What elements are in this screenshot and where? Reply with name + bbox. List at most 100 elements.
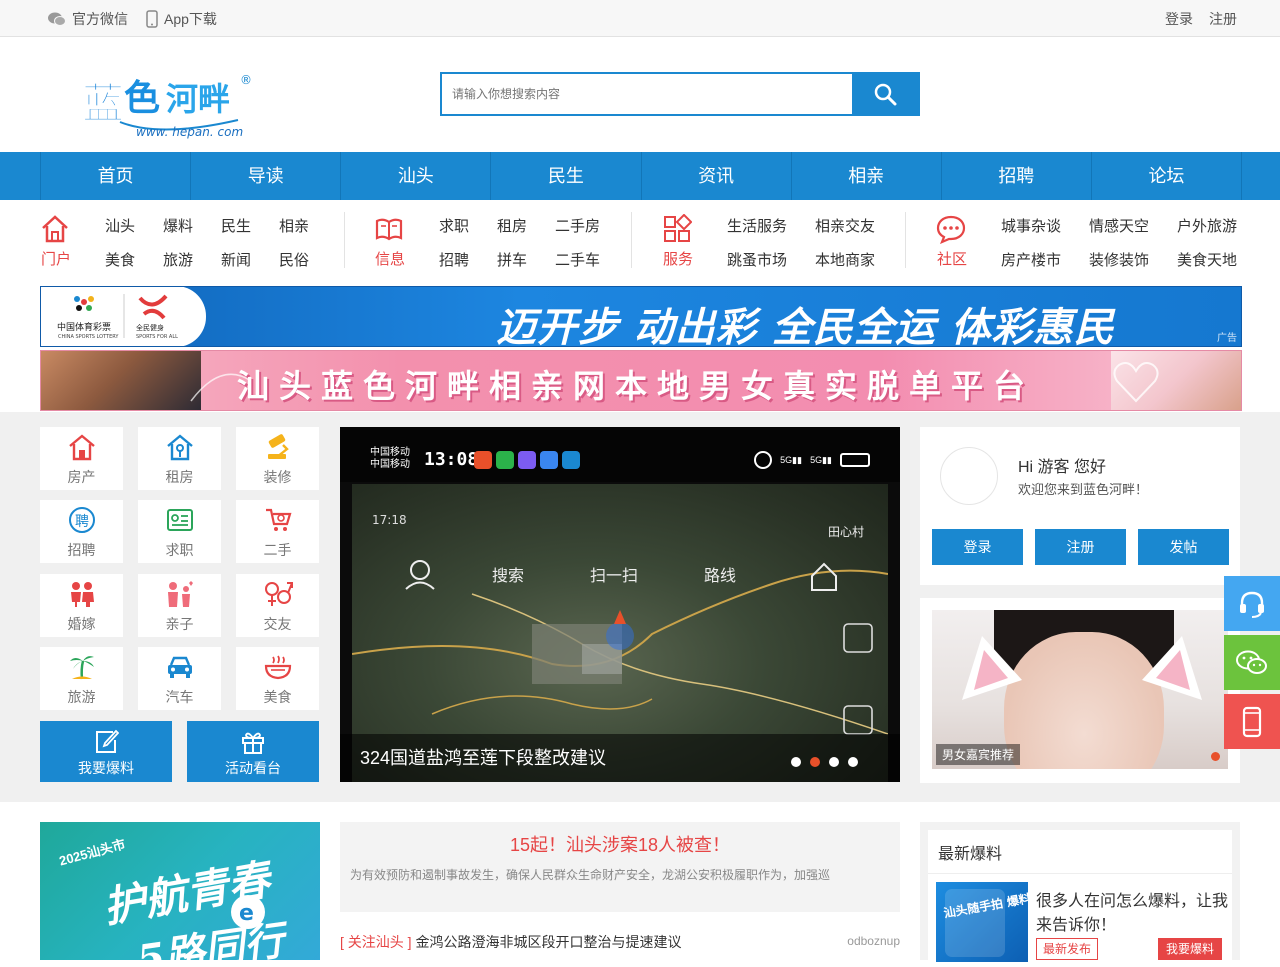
cat-link[interactable]: 民生: [221, 215, 251, 236]
cat-link[interactable]: 跳蚤市场: [727, 249, 787, 270]
house-icon: [40, 433, 123, 461]
cat-link[interactable]: 旅游: [163, 249, 193, 270]
post-button[interactable]: 发帖: [1138, 529, 1229, 565]
cat-link[interactable]: 爆料: [163, 215, 193, 236]
cat-link[interactable]: 民俗: [279, 249, 309, 270]
cat-link[interactable]: 二手车: [555, 249, 600, 270]
quick-travel[interactable]: 旅游: [40, 647, 123, 710]
quick-rent[interactable]: 租房: [138, 427, 221, 490]
carousel-dot[interactable]: [791, 757, 801, 767]
cat-link[interactable]: 城事杂谈: [1001, 215, 1061, 236]
cat-link[interactable]: 美食天地: [1177, 249, 1237, 270]
cat-link[interactable]: 租房: [497, 215, 527, 236]
nav-forum[interactable]: 论坛: [1092, 152, 1242, 200]
cat-link[interactable]: 相亲交友: [815, 215, 875, 236]
gender-icon: [236, 580, 319, 608]
cat-label[interactable]: 信息: [374, 248, 406, 269]
quick-wedding[interactable]: 婚嫁: [40, 574, 123, 637]
quick-car[interactable]: 汽车: [138, 647, 221, 710]
dating-banner[interactable]: 汕头蓝色河畔相亲网本地男女真实脱单平台: [40, 350, 1242, 411]
cat-link[interactable]: 招聘: [439, 249, 469, 270]
headline-summary: 为有效预防和遏制事故发生，确保人民群众生命财产安全，龙湖公安积极履职作为，加强巡: [350, 868, 831, 882]
wechat-icon: [48, 12, 66, 26]
nav-news[interactable]: 资讯: [642, 152, 792, 200]
phone-status-bar: 中国移动 中国移动 13:08 5G▮▮ 5G▮▮: [340, 427, 900, 482]
panel-register-button[interactable]: 注册: [1035, 529, 1126, 565]
nav-jobs[interactable]: 招聘: [942, 152, 1092, 200]
svg-text:聘: 聘: [75, 514, 89, 530]
nav-shantou[interactable]: 汕头: [341, 152, 492, 200]
carousel-dot[interactable]: [1211, 752, 1220, 761]
search-input[interactable]: [442, 74, 852, 114]
report-button[interactable]: 我要爆料: [40, 721, 172, 782]
youth-campaign-banner[interactable]: 2025汕头市 护航青春 5路同行 e: [40, 822, 320, 960]
site-logo[interactable]: 蓝 色 河畔 ® www. hepan. com: [80, 70, 253, 142]
customer-service-button[interactable]: [1224, 576, 1280, 631]
carousel-dot[interactable]: [829, 757, 839, 767]
quick-food[interactable]: 美食: [236, 647, 319, 710]
cat-link[interactable]: 二手房: [555, 215, 600, 236]
app-download-link[interactable]: App下载: [146, 9, 217, 29]
news-carousel[interactable]: 中国移动 中国移动 13:08 5G▮▮ 5G▮▮ 17:18 搜索 扫一扫 路…: [340, 427, 900, 782]
panel-login-button[interactable]: 登录: [932, 529, 1023, 565]
headline-title[interactable]: 15起！汕头涉案18人被查！: [340, 831, 900, 857]
quick-parenting[interactable]: 亲子: [138, 574, 221, 637]
dating-caption: 男女嘉宾推荐: [936, 744, 1021, 765]
nav-guide[interactable]: 导读: [191, 152, 342, 200]
events-button[interactable]: 活动看台: [187, 721, 319, 782]
nav-livelihood[interactable]: 民生: [491, 152, 642, 200]
login-link[interactable]: 登录: [1165, 9, 1193, 29]
dating-recommend[interactable]: 男女嘉宾推荐: [920, 598, 1240, 783]
quick-label: 汽车: [165, 689, 194, 705]
cat-link[interactable]: 本地商家: [815, 249, 875, 270]
news-source: odboznup: [847, 934, 900, 948]
quick-seek-job[interactable]: 求职: [138, 500, 221, 563]
cat-link[interactable]: 新闻: [221, 249, 251, 270]
quick-label: 美食: [263, 689, 292, 705]
wechat-icon: [1236, 650, 1267, 674]
cat-link[interactable]: 生活服务: [727, 215, 787, 236]
cat-link[interactable]: 汕头: [105, 215, 135, 236]
headline-block[interactable]: 15起！汕头涉案18人被查！ 为有效预防和遏制事故发生，确保人民群众生命财产安全…: [340, 822, 900, 912]
news-tag[interactable]: [ 关注汕头 ]: [340, 934, 412, 950]
quick-decor[interactable]: 装修: [236, 427, 319, 490]
cat-link[interactable]: 装修装饰: [1089, 249, 1149, 270]
cat-link[interactable]: 情感天空: [1089, 215, 1149, 236]
carousel-dot[interactable]: [810, 757, 820, 767]
wechat-float-button[interactable]: [1224, 635, 1280, 690]
cat-link[interactable]: 美食: [105, 249, 135, 270]
cat-link[interactable]: 户外旅游: [1177, 215, 1237, 236]
avatar: [940, 447, 998, 505]
latest-publish-button[interactable]: 最新发布: [1036, 938, 1098, 960]
mobile-float-button[interactable]: [1224, 694, 1280, 749]
cat-link[interactable]: 相亲: [279, 215, 309, 236]
register-link[interactable]: 注册: [1209, 9, 1237, 29]
category-bar: 门户 汕头 爆料 民生 相亲 美食 旅游 新闻 民俗 信息 求职 租房 二手房 …: [40, 200, 1242, 284]
nav-home[interactable]: 首页: [41, 152, 192, 200]
search-box: [440, 72, 920, 116]
cat-link[interactable]: 求职: [439, 215, 469, 236]
cat-link[interactable]: 房产楼市: [1001, 249, 1061, 270]
quick-friends[interactable]: 交友: [236, 574, 319, 637]
cat-label[interactable]: 门户: [40, 248, 72, 269]
news-title[interactable]: 金鸿公路澄海非城区段开口整治与提速建议: [415, 934, 681, 950]
official-wechat-link[interactable]: 官方微信: [48, 9, 128, 29]
report-now-button[interactable]: 我要爆料: [1158, 938, 1222, 960]
cat-community: 社区 城事杂谈 情感天空 户外旅游 房产楼市 装修装饰 美食天地: [936, 200, 1242, 284]
headset-icon: [1240, 591, 1264, 618]
report-intro[interactable]: 很多人在问怎么爆料，让我来告诉你！: [1036, 890, 1231, 938]
cat-label[interactable]: 服务: [662, 248, 694, 269]
cat-info: 信息 求职 租房 二手房 招聘 拼车 二手车: [374, 200, 634, 284]
quick-jobs[interactable]: 聘 招聘: [40, 500, 123, 563]
cat-label[interactable]: 社区: [936, 248, 968, 269]
news-item[interactable]: [ 关注汕头 ] 金鸿公路澄海非城区段开口整治与提速建议 odboznup: [340, 932, 900, 952]
quick-house[interactable]: 房产: [40, 427, 123, 490]
nav-dating[interactable]: 相亲: [792, 152, 942, 200]
search-button[interactable]: [852, 74, 918, 114]
cat-link[interactable]: 拼车: [497, 249, 527, 270]
sports-lottery-banner[interactable]: 中国体育彩票 CHINA SPORTS LOTTERY 全民健身 SPORTS …: [40, 286, 1242, 347]
carousel-dot[interactable]: [848, 757, 858, 767]
report-entry-image[interactable]: 汕头随手拍 爆料入口: [936, 882, 1055, 962]
quick-secondhand[interactable]: 二手: [236, 500, 319, 563]
couple-icon: [40, 580, 123, 608]
